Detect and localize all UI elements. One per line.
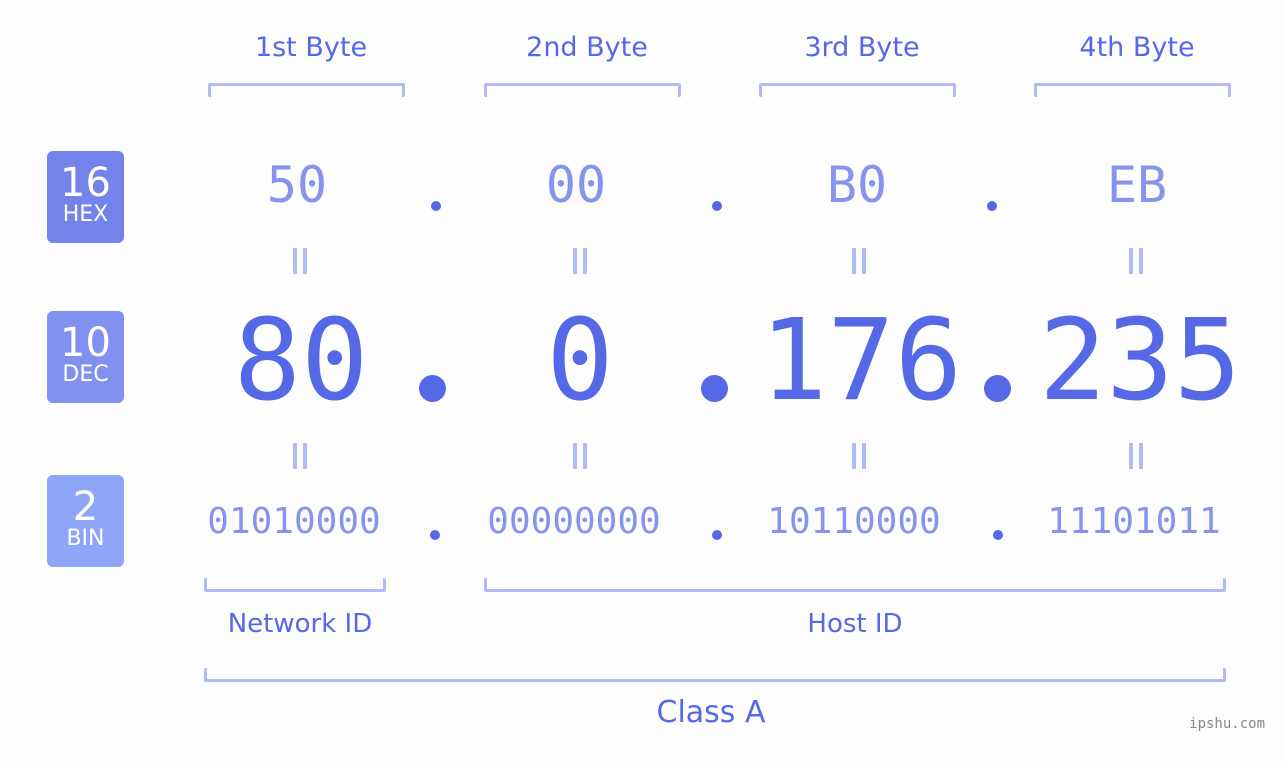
dec-base-number: 10 (60, 320, 111, 366)
equals-icon (1128, 248, 1144, 274)
bin-byte-3: 10110000 (767, 501, 941, 542)
watermark: ipshu.com (1189, 716, 1265, 732)
hex-base-number: 16 (60, 160, 111, 206)
dec-byte-1: 80 (233, 296, 369, 426)
hex-base-label: HEX (62, 202, 109, 227)
bin-byte-4: 11101011 (1047, 501, 1221, 542)
network-id-bracket (204, 578, 386, 592)
bin-base-number: 2 (72, 484, 99, 530)
byte-bracket-2 (484, 83, 681, 97)
dec-byte-2: 0 (546, 296, 614, 426)
bin-byte-1: 01010000 (207, 501, 381, 542)
equals-icon (572, 248, 588, 274)
dec-byte-4: 235 (1038, 296, 1242, 426)
hex-separator-dot (987, 201, 997, 211)
dec-base-label: DEC (62, 362, 109, 387)
byte-bracket-3 (759, 83, 956, 97)
bin-separator-dot (430, 530, 440, 540)
dec-separator-dot (701, 375, 728, 402)
dec-separator-dot (419, 375, 446, 402)
dec-separator-dot (984, 375, 1011, 402)
byte-header-4: 4th Byte (1079, 32, 1195, 63)
byte-bracket-1 (208, 83, 405, 97)
host-id-label: Host ID (807, 609, 903, 639)
hex-byte-3: B0 (826, 156, 888, 214)
host-id-bracket (484, 578, 1226, 592)
bin-badge: 2 BIN (47, 475, 124, 567)
bin-base-label: BIN (66, 526, 105, 551)
class-bracket (204, 668, 1226, 682)
dec-byte-3: 176 (759, 296, 963, 426)
equals-icon (1128, 443, 1144, 469)
byte-header-2: 2nd Byte (526, 32, 648, 63)
ip-class-label: Class A (656, 695, 766, 730)
byte-header-1: 1st Byte (254, 32, 368, 63)
equals-icon (292, 248, 308, 274)
bin-byte-2: 00000000 (487, 501, 661, 542)
hex-separator-dot (431, 201, 441, 211)
bin-separator-dot (712, 530, 722, 540)
byte-header-3: 3rd Byte (804, 32, 920, 63)
hex-byte-1: 50 (266, 156, 328, 214)
equals-icon (851, 248, 867, 274)
equals-icon (292, 443, 308, 469)
equals-icon (572, 443, 588, 469)
equals-icon (851, 443, 867, 469)
hex-byte-2: 00 (545, 156, 607, 214)
dec-badge: 10 DEC (47, 311, 124, 403)
hex-separator-dot (712, 201, 722, 211)
bin-separator-dot (993, 530, 1003, 540)
hex-badge: 16 HEX (47, 151, 124, 243)
network-id-label: Network ID (227, 609, 373, 639)
byte-bracket-4 (1034, 83, 1231, 97)
hex-byte-4: EB (1106, 156, 1168, 214)
